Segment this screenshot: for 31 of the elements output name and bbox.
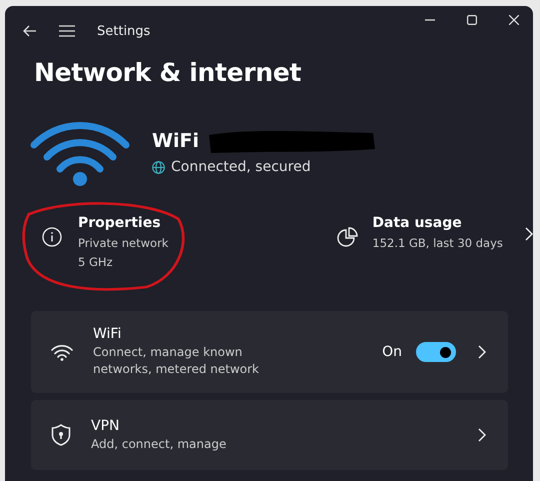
minimize-icon[interactable]	[425, 19, 435, 21]
property-value: 5 GHz	[78, 254, 114, 271]
property-value: Private network	[78, 235, 168, 252]
chevron-icon[interactable]	[478, 345, 486, 359]
setting-description: Add, connect, manage	[91, 436, 228, 452]
info-icon	[42, 227, 62, 247]
properties-title[interactable]: Properties	[78, 215, 168, 231]
connection-status: Connected, secured	[171, 159, 311, 175]
globe-icon	[152, 160, 165, 174]
setting-description: Connect, manage known networks, metered network	[93, 344, 260, 378]
chevron-icon[interactable]	[478, 428, 486, 442]
shield-icon	[51, 424, 71, 446]
toggle-label: On	[382, 344, 402, 360]
maximize-icon[interactable]	[467, 15, 477, 25]
data-usage-title[interactable]: Data usage	[372, 215, 503, 231]
wifi-icon	[51, 344, 73, 360]
settings-card[interactable]: VPN Add, connect, manage	[31, 400, 508, 470]
settings-card[interactable]: WiFi Connect, manage known networks, metered network On	[31, 311, 508, 393]
data-usage-detail: 152.1 GB, last 30 days	[372, 235, 503, 252]
chevron-icon[interactable]	[525, 227, 533, 241]
setting-title: WiFi	[93, 326, 122, 342]
network-name: WiFi	[152, 130, 199, 152]
pie-chart-icon	[336, 227, 358, 249]
back-icon[interactable]	[23, 25, 37, 37]
window-title: Settings	[97, 24, 150, 38]
setting-title: VPN	[91, 418, 120, 434]
page-title: Network & internet	[34, 58, 302, 87]
wifi-icon	[30, 119, 130, 187]
toggle-switch[interactable]	[416, 342, 456, 362]
close-icon[interactable]	[509, 15, 519, 25]
menu-icon[interactable]	[59, 25, 75, 37]
